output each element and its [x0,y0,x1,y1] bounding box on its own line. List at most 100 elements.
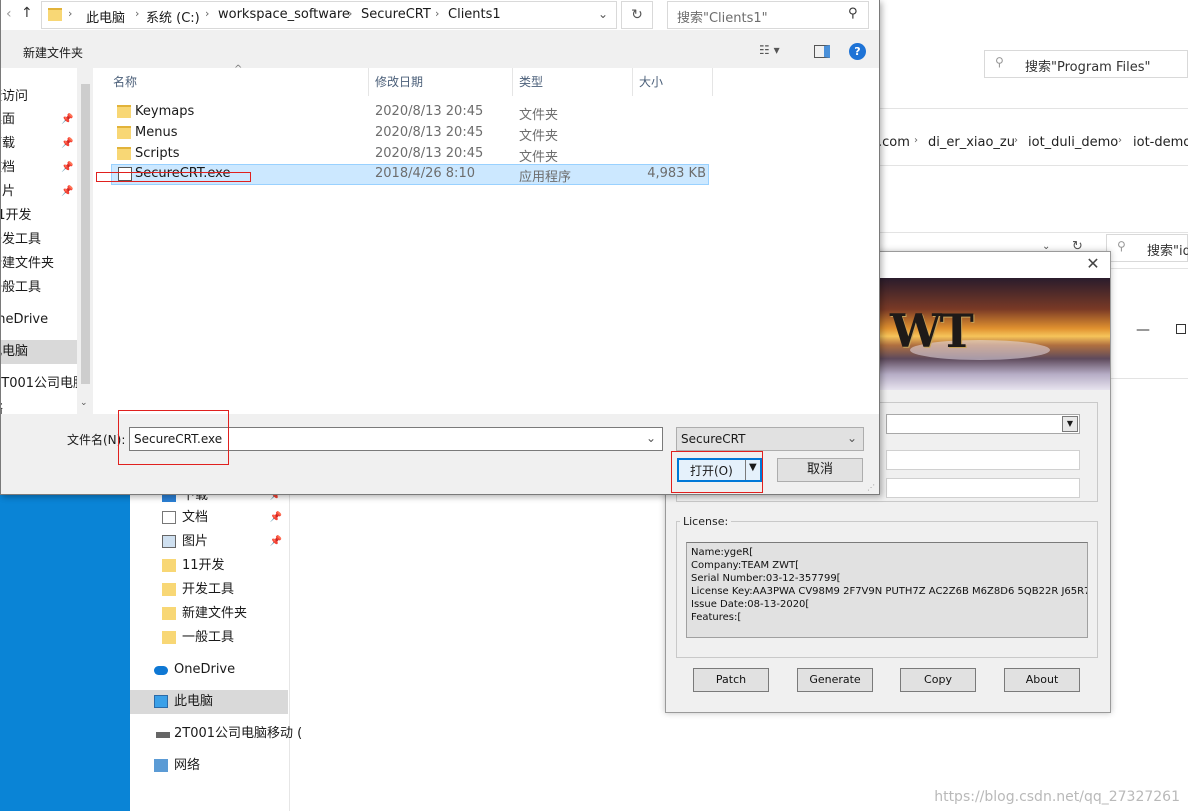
maximize-icon[interactable] [1176,324,1186,334]
nav-item-thispc[interactable]: 此电脑 [1,340,77,364]
scroll-down-icon[interactable]: ⌄ [80,398,88,408]
pin-icon: 📌 [61,114,74,125]
folder-icon [117,147,131,160]
filetype-value: SecureCRT [681,432,746,446]
up-arrow-icon[interactable]: ↑ [21,5,33,21]
pin-icon: 📌 [269,536,282,547]
chevron-right-icon: › [435,7,440,20]
folder-icon [117,126,131,139]
help-icon[interactable]: ? [849,43,866,60]
column-header-name[interactable]: 名称 [93,68,369,96]
new-folder-button[interactable]: 新建文件夹 [23,44,83,61]
chevron-right-icon: › [914,135,918,146]
column-header-size[interactable]: 大小 [633,68,713,96]
breadcrumb-item[interactable]: SecureCRT [361,7,431,22]
nav-item-pictures[interactable]: 图片📌 [1,180,77,204]
computer-icon [154,695,168,708]
license-line: Name:ygeR[ [691,547,754,558]
nav-item-onedrive[interactable]: OneDrive [1,308,77,332]
breadcrumb-item[interactable]: Clients1 [448,7,501,22]
generate-button[interactable]: Generate [797,668,873,692]
pin-icon: 📌 [61,186,74,197]
license-textbox[interactable]: Name:ygeR[ Company:TEAM ZWT[ Serial Numb… [686,542,1088,638]
background-search-text: 搜索"Program Files" [1025,60,1151,75]
file-row[interactable]: Menus 2020/8/13 20:45 文件夹 [111,123,709,144]
bg-nav-11dev[interactable]: 11开发 [130,554,288,578]
crumb-part: di_er_xiao_zu [928,135,1015,150]
background-nav-pane: 下载 📌 文档 📌 图片 📌 11开发 开发工具 新建文件夹 一般工具 OneD… [130,480,302,811]
about-button[interactable]: About [1004,668,1080,692]
bg-nav-generaltools[interactable]: 一般工具 [130,626,288,650]
address-bar[interactable]: › 此电脑 › 系统 (C:) › workspace_software › S… [41,1,617,29]
license-group-label: License: [680,515,732,528]
license-line: Features:[ [691,612,742,623]
minimize-icon[interactable]: — [1136,322,1150,338]
patch-button[interactable]: Patch [693,668,769,692]
nav-item-documents[interactable]: 文档📌 [1,156,77,180]
network-icon [154,759,168,772]
dropdown-arrow-icon[interactable]: ▼ [1062,416,1078,432]
license-line: License Key:AA3PWA CV98M9 2F7V9N PUTH7Z … [691,586,1088,597]
bg-nav-devtools[interactable]: 开发工具 [130,578,288,602]
document-icon [162,511,176,524]
chevron-down-icon: ⌄ [846,431,857,445]
nav-item-quick-access[interactable]: 捷访问 [1,85,77,109]
address-row: ‹ ↑ › 此电脑 › 系统 (C:) › workspace_software… [1,0,879,30]
breadcrumb-item[interactable]: 系统 (C:) [146,7,200,26]
scrollbar-thumb[interactable] [81,84,90,384]
crumb-part: .com [878,135,910,150]
filetype-select[interactable]: SecureCRT ⌄ [676,427,864,451]
background-search-box[interactable]: ⚲ 搜索"Program Files" [984,50,1188,78]
product-select[interactable]: ▼ [886,414,1080,434]
crumb-part: iot_duli_demo [1028,135,1119,150]
bg-nav-drive[interactable]: 2T001公司电脑移动 ( [130,722,302,746]
nav-item-desktop[interactable]: 桌面📌 [1,108,77,132]
nav-item-downloads[interactable]: 下载📌 [1,132,77,156]
refresh-button[interactable]: ↻ [621,1,653,29]
keygen-banner-image: WT [880,278,1110,390]
chevron-right-icon: › [135,7,140,20]
chevron-right-icon: › [68,7,73,20]
file-open-dialog: ‹ ↑ › 此电脑 › 系统 (C:) › workspace_software… [0,0,880,495]
file-row[interactable]: Scripts 2020/8/13 20:45 文件夹 [111,144,709,165]
nav-scrollbar[interactable]: ⌄ [77,68,93,414]
folder-icon [162,559,176,572]
resize-grip-icon[interactable]: ⋰ [867,483,875,492]
watermark: https://blog.csdn.net/qq_27327261 [934,789,1180,805]
nav-item-drive[interactable]: 2T001公司电脑移 [1,372,77,396]
search-input[interactable]: 搜索"Clients1" ⚲ [667,1,869,29]
bg-nav-newfolder[interactable]: 新建文件夹 [130,602,288,626]
breadcrumb-item[interactable]: workspace_software [218,7,350,22]
back-arrow-icon[interactable]: ‹ [6,6,12,22]
chevron-down-icon[interactable]: ⌄ [598,7,608,21]
close-icon[interactable]: ✕ [1084,255,1102,273]
column-header-type[interactable]: 类型 [513,68,633,96]
nav-item-newfolder[interactable]: 新建文件夹 [1,252,77,276]
cloud-icon [154,666,168,675]
copy-button[interactable]: Copy [900,668,976,692]
company-field[interactable] [886,478,1080,498]
bg-nav-network[interactable]: 网络 [130,754,288,778]
chevron-down-icon[interactable]: ⌄ [646,431,656,445]
toolbar: 新建文件夹 ☷ ▾ ? [1,30,879,68]
bg-nav-onedrive[interactable]: OneDrive [130,658,288,682]
column-header-date[interactable]: 修改日期 [369,68,513,96]
background-search-box-2[interactable]: ⚲ 搜索"id [1106,234,1188,262]
preview-pane-icon[interactable] [814,45,830,58]
bg-nav-pictures[interactable]: 图片 📌 [130,530,288,554]
view-options-icon[interactable]: ☷ ▾ [759,43,780,57]
cancel-button[interactable]: 取消 [777,458,863,482]
nav-item-generaltools[interactable]: 一般工具 [1,276,77,300]
chevron-right-icon: › [1118,135,1122,146]
bg-nav-thispc[interactable]: 此电脑 [130,690,288,714]
breadcrumb-item[interactable]: 此电脑 [86,7,125,26]
nav-item-11dev[interactable]: 11开发 [1,204,77,228]
nav-item-devtools[interactable]: 开发工具 [1,228,77,252]
file-list: ^ 名称 修改日期 类型 大小 Keymaps 2020/8/13 20:45 … [93,64,879,414]
filename-label: 文件名(N): [67,433,126,447]
file-row[interactable]: Keymaps 2020/8/13 20:45 文件夹 [111,102,709,123]
bg-nav-documents[interactable]: 文档 📌 [130,506,288,530]
background-breadcrumb[interactable]: .com › di_er_xiao_zu › iot_duli_demo › i… [878,128,1188,158]
name-field[interactable] [886,450,1080,470]
search-icon: ⚲ [1117,239,1126,253]
